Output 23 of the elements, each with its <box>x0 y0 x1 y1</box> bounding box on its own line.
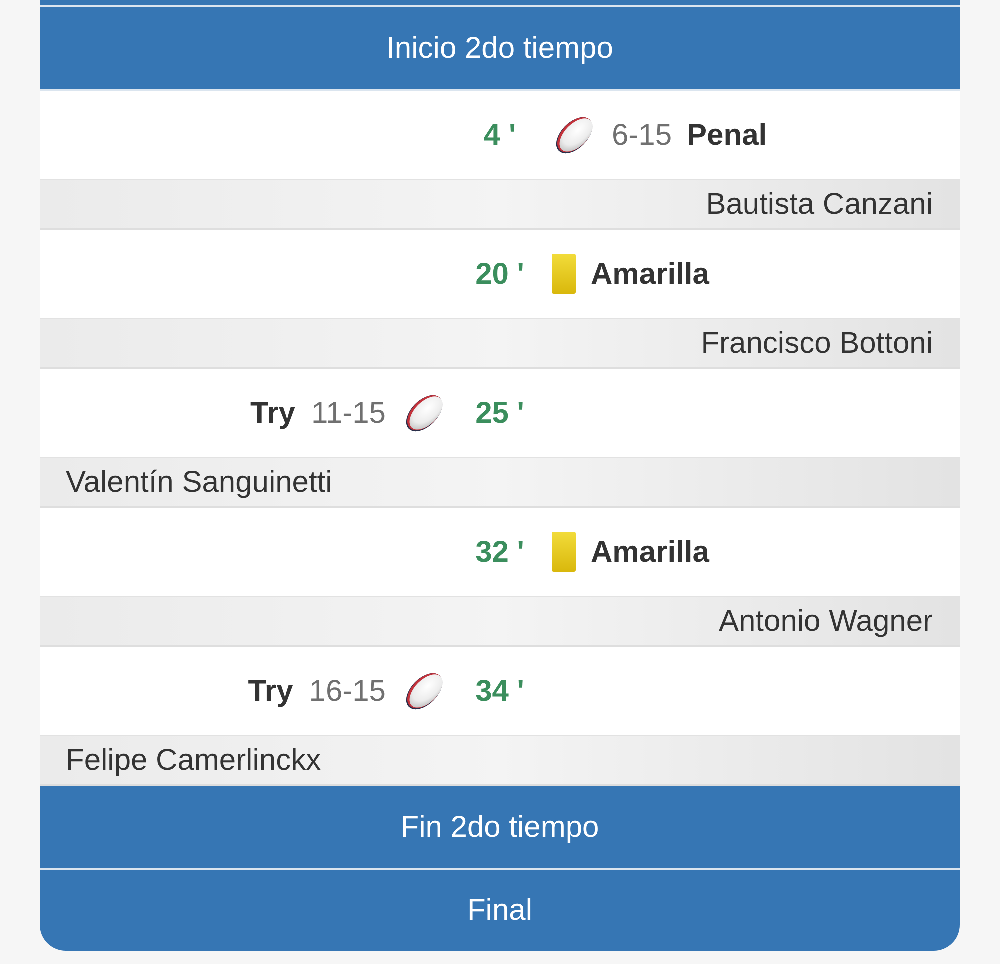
section-header: Final <box>40 870 960 951</box>
event-label: Amarilla <box>591 534 710 570</box>
minute-text: 32 ' <box>476 534 524 570</box>
penalty-card-icon <box>552 532 576 572</box>
event-label: Try <box>248 674 294 710</box>
minute-text: 4 ' <box>484 118 516 154</box>
player-name: Valentín Sanguinetti <box>66 464 332 500</box>
section-header: Inicio 2do tiempo <box>40 7 960 91</box>
player-name: Francisco Bottoni <box>701 326 933 362</box>
minute-text: 20 ' <box>476 256 524 292</box>
minute-text: 25 ' <box>476 396 524 432</box>
score-text: 16-15 <box>309 674 386 710</box>
minute-text: 34 ' <box>476 674 524 710</box>
event-label: Penal <box>687 118 768 154</box>
penalty-card-icon <box>552 254 576 294</box>
player-name: Antonio Wagner <box>718 604 933 640</box>
section-header: Fin 2do tiempo <box>40 786 960 870</box>
score-text: 11-15 <box>311 396 386 432</box>
event-label: Amarilla <box>591 256 710 292</box>
score-text: 6-15 <box>612 118 672 154</box>
player-name: Bautista Canzani <box>706 186 933 222</box>
player-name: Felipe Camerlinckx <box>66 742 322 778</box>
event-label: Try <box>250 396 296 432</box>
